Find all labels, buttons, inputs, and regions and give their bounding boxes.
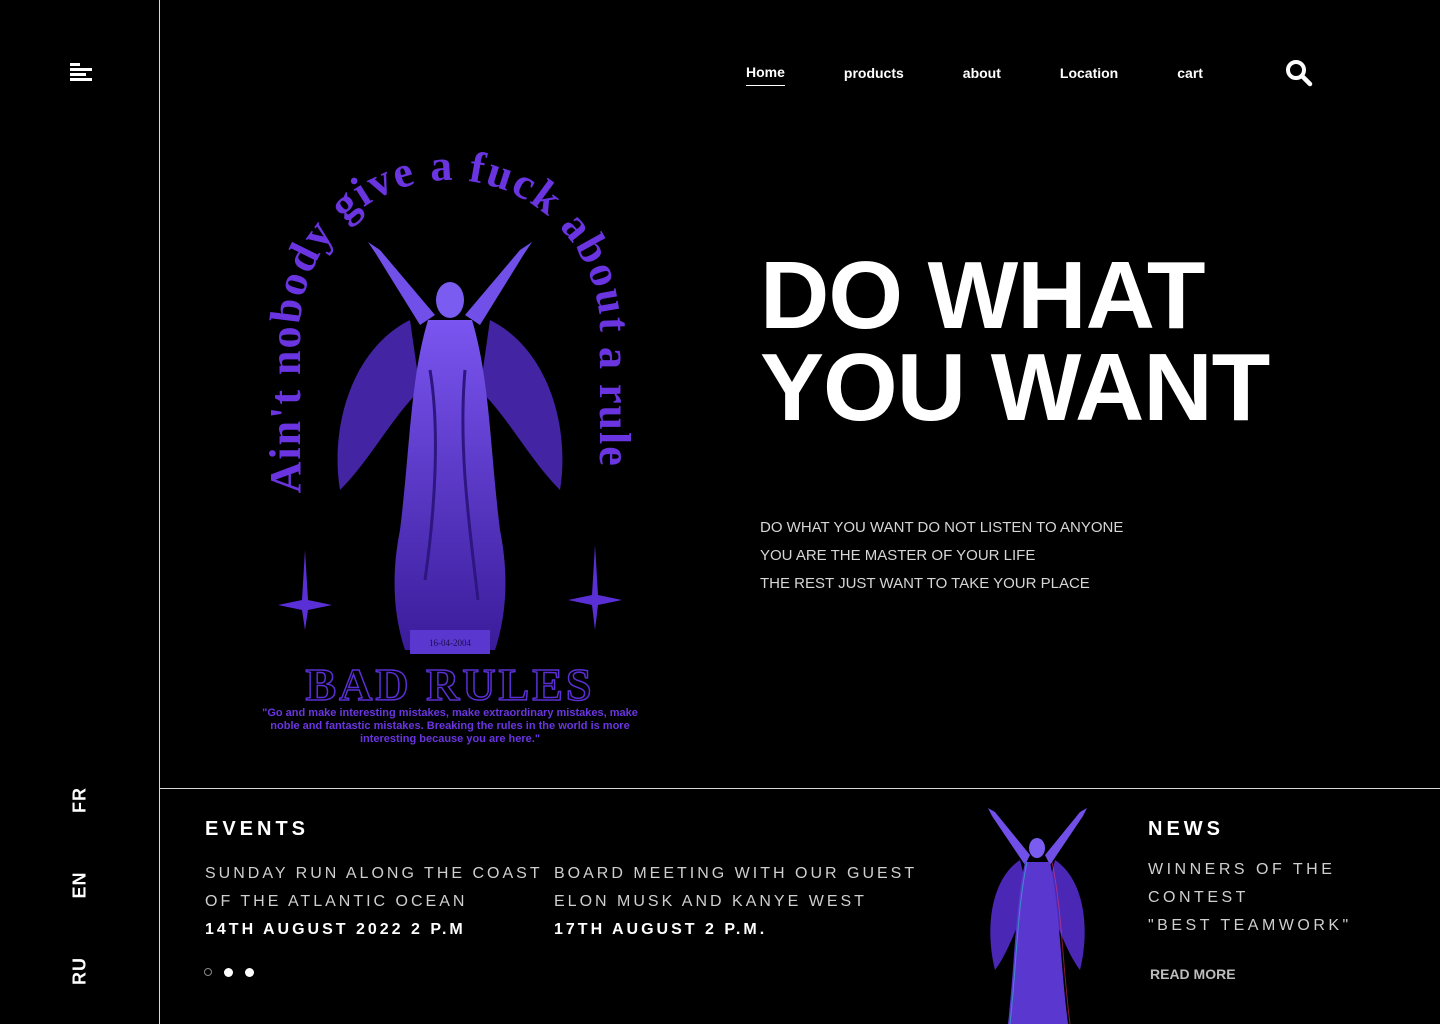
nav-home[interactable]: Home [746,64,785,86]
carousel-dot-3[interactable] [245,968,254,977]
carousel-dots [204,968,254,977]
carousel-dot-2[interactable] [224,968,233,977]
sidebar: FR EN RU [0,0,160,1024]
date-plaque: 16-04-2004 [429,638,471,648]
news-image [970,800,1105,1024]
nav-products[interactable]: products [844,65,904,86]
hero-artwork: Ain't nobody give a fuck about a rule 16… [260,130,640,755]
nav-about[interactable]: about [963,65,1001,86]
hero-title: DO WHAT YOU WANT [760,242,1360,441]
nav-cart[interactable]: cart [1177,65,1203,86]
news-line: "BEST TEAMWORK" [1148,917,1352,934]
nav-location[interactable]: Location [1060,65,1118,86]
carousel-dot-1[interactable] [204,968,212,976]
hero-subtitle: DO WHAT YOU WANT DO NOT LISTEN TO ANYONE… [760,514,1123,598]
news-title: NEWS [1148,818,1224,840]
hero-sub-line3: THE REST JUST WANT TO TAKE YOUR PLACE [760,575,1090,592]
section-divider [160,788,1440,789]
event-date: 14TH AUGUST 2022 2 P.M [205,921,466,938]
hero-title-line1: DO WHAT [760,242,1205,349]
hero-sub-line2: YOU ARE THE MASTER OF YOUR LIFE [760,547,1036,564]
art-quote: "Go and make interesting mistakes, make … [262,707,638,745]
event-line: SUNDAY RUN ALONG THE COAST [205,865,543,882]
news-item[interactable]: WINNERS OF THE CONTEST "BEST TEAMWORK" [1148,856,1352,940]
event-line: OF THE ATLANTIC OCEAN [205,893,468,910]
event-line: BOARD MEETING WITH OUR GUEST [554,865,918,882]
hero-title-line2: YOU WANT [760,334,1270,441]
events-title: EVENTS [205,818,310,840]
search-icon[interactable] [1284,58,1314,88]
event-date: 17TH AUGUST 2 P.M. [554,921,768,938]
top-nav: Home products about Location cart [746,64,1262,86]
hamburger-icon[interactable] [68,60,94,86]
event-item[interactable]: SUNDAY RUN ALONG THE COAST OF THE ATLANT… [205,860,543,944]
read-more-link[interactable]: READ MORE [1150,966,1236,982]
lang-ru[interactable]: RU [70,957,91,985]
news-line: CONTEST [1148,889,1249,906]
event-item[interactable]: BOARD MEETING WITH OUR GUEST ELON MUSK A… [554,860,917,944]
lang-en[interactable]: EN [70,871,91,898]
bad-rules-logo: BAD RULES [305,659,594,710]
hero-sub-line1: DO WHAT YOU WANT DO NOT LISTEN TO ANYONE [760,519,1124,536]
event-line: ELON MUSK AND KANYE WEST [554,893,867,910]
lang-fr[interactable]: FR [70,787,91,813]
news-line: WINNERS OF THE [1148,861,1336,878]
